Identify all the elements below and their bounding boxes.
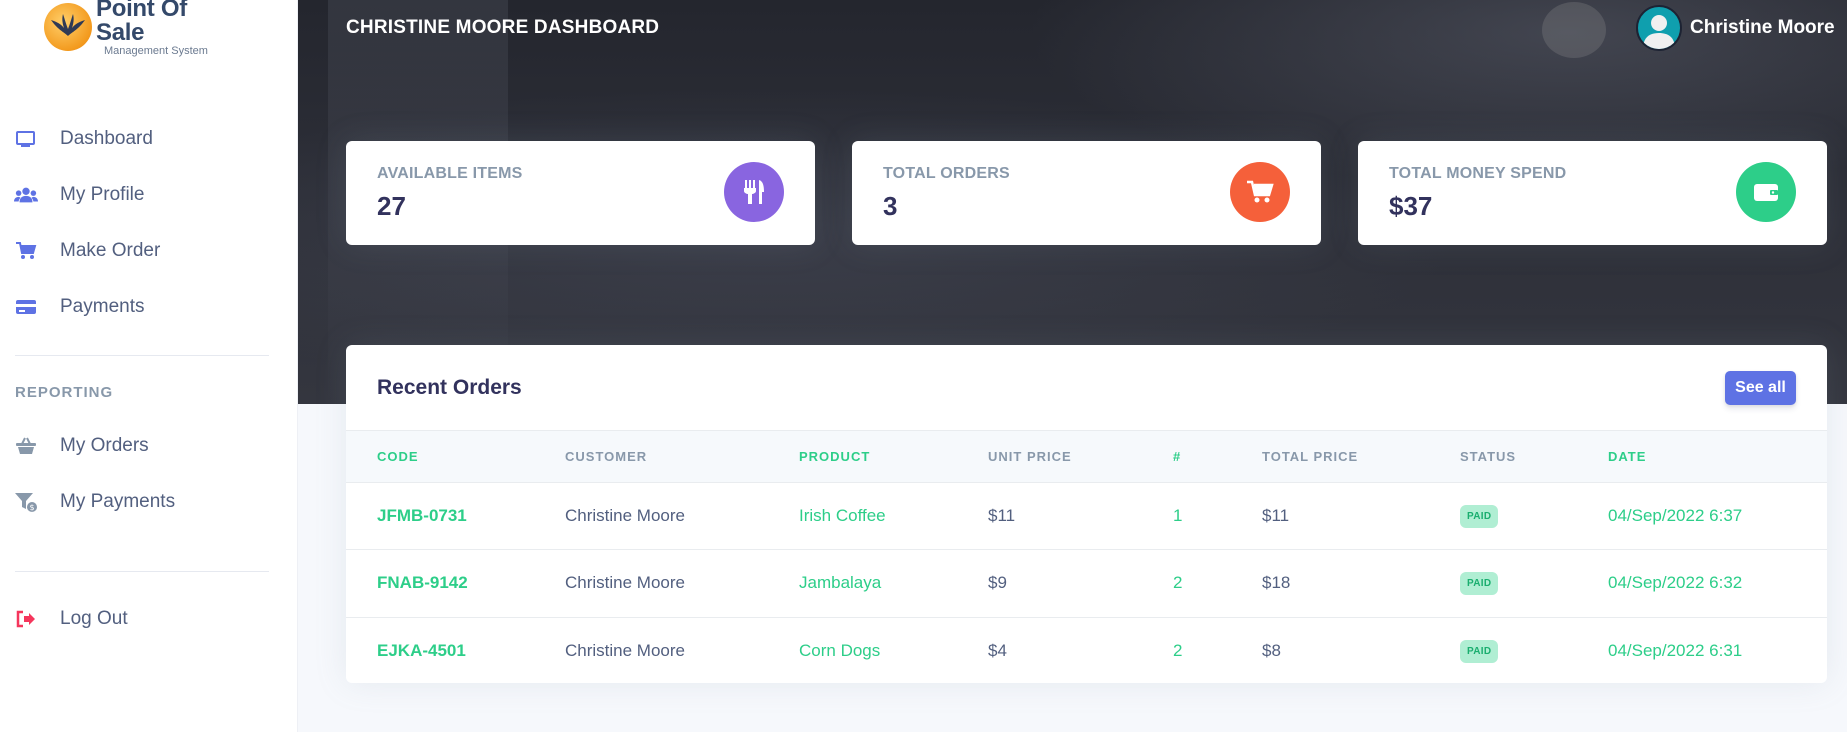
order-total-price: $8 <box>1262 641 1281 660</box>
background-lamp-image <box>1542 2 1606 58</box>
sidebar-item-make-order[interactable]: Make Order <box>0 223 298 279</box>
order-unit-price: $4 <box>988 641 1007 660</box>
column-header-customer[interactable]: CUSTOMER <box>565 431 799 482</box>
table-row[interactable]: FNAB-9142 Christine Moore Jambalaya $9 2… <box>346 549 1827 618</box>
column-header-date[interactable]: DATE <box>1608 431 1827 482</box>
status-badge: PAID <box>1460 504 1499 528</box>
column-header-product[interactable]: PRODUCT <box>799 431 988 482</box>
logout-nav: Log Out <box>0 591 298 647</box>
stat-label: AVAILABLE ITEMS <box>377 165 523 182</box>
sidebar-item-label: My Payments <box>60 491 176 512</box>
order-quantity: 2 <box>1173 573 1183 593</box>
order-total-price: $18 <box>1262 573 1291 593</box>
stat-label: TOTAL ORDERS <box>883 165 1010 182</box>
sidebar-item-label: Log Out <box>60 608 128 629</box>
stat-card-total-money-spend: TOTAL MONEY SPEND $37 <box>1358 141 1827 245</box>
sidebar-item-dashboard[interactable]: Dashboard <box>0 111 298 167</box>
recent-orders-title: Recent Orders <box>377 376 522 399</box>
avatar <box>1636 5 1682 51</box>
table-row[interactable]: JFMB-0731 Christine Moore Irish Coffee $… <box>346 482 1827 550</box>
logo-title: Point Of Sale <box>96 0 187 46</box>
monitor-icon <box>14 127 38 151</box>
order-customer: Christine Moore <box>565 505 685 525</box>
stat-card-available-items: AVAILABLE ITEMS 27 <box>346 141 815 245</box>
order-product: Corn Dogs <box>799 641 881 660</box>
order-date: 04/Sep/2022 6:32 <box>1608 573 1743 593</box>
order-date: 04/Sep/2022 6:31 <box>1608 641 1743 660</box>
credit-card-icon <box>14 295 38 319</box>
reporting-nav: My Orders $ My Payments <box>0 418 298 530</box>
stat-label: TOTAL MONEY SPEND <box>1389 165 1567 182</box>
phoenix-logo-icon <box>44 3 92 51</box>
order-customer: Christine Moore <box>565 573 685 593</box>
reporting-heading: REPORTING <box>15 384 114 401</box>
user-name: Christine Moore <box>1690 17 1835 38</box>
orders-table: CODE CUSTOMER PRODUCT UNIT PRICE # TOTAL… <box>346 431 1827 683</box>
column-header-total-price[interactable]: TOTAL PRICE <box>1262 431 1460 482</box>
order-unit-price: $11 <box>988 505 1016 525</box>
column-header-status[interactable]: STATUS <box>1460 431 1608 482</box>
sign-out-icon <box>14 607 38 631</box>
cart-icon <box>14 239 38 263</box>
users-icon <box>14 183 38 207</box>
order-code: FNAB-9142 <box>377 573 468 593</box>
stat-value: 27 <box>377 191 406 221</box>
funnel-dollar-icon: $ <box>14 490 38 514</box>
svg-text:$: $ <box>29 503 34 512</box>
see-all-button[interactable]: See all <box>1725 371 1796 405</box>
sidebar-item-label: Payments <box>60 296 145 317</box>
logo-subtitle: Management System <box>104 45 208 57</box>
app-logo[interactable]: Point Of Sale Management System <box>44 0 240 57</box>
basket-icon <box>14 434 38 458</box>
sidebar-item-label: My Profile <box>60 184 145 205</box>
logout-button[interactable]: Log Out <box>0 591 298 647</box>
sidebar-divider <box>15 571 269 572</box>
status-badge: PAID <box>1460 640 1499 663</box>
user-menu[interactable]: Christine Moore <box>1636 5 1835 51</box>
sidebar-item-my-payments[interactable]: $ My Payments <box>0 474 298 530</box>
order-code: JFMB-0731 <box>377 505 467 525</box>
page-title: CHRISTINE MOORE DASHBOARD <box>346 17 660 38</box>
order-total-price: $11 <box>1262 505 1290 525</box>
main-nav: Dashboard My Profile Make Order Payments <box>0 111 298 335</box>
sidebar: Point Of Sale Management System Dashboar… <box>0 0 298 732</box>
sidebar-item-my-orders[interactable]: My Orders <box>0 418 298 474</box>
sidebar-item-label: My Orders <box>60 435 149 456</box>
sidebar-item-label: Make Order <box>60 240 161 261</box>
table-row[interactable]: EJKA-4501 Christine Moore Corn Dogs $4 2… <box>346 617 1827 683</box>
order-product: Jambalaya <box>799 573 882 593</box>
utensils-icon <box>724 162 784 222</box>
order-quantity: 2 <box>1173 641 1183 660</box>
order-quantity: 1 <box>1173 505 1183 525</box>
sidebar-item-label: Dashboard <box>60 128 153 149</box>
order-code: EJKA-4501 <box>377 641 466 660</box>
stat-value: $37 <box>1389 191 1433 221</box>
status-badge: PAID <box>1460 572 1499 596</box>
stat-card-total-orders: TOTAL ORDERS 3 <box>852 141 1321 245</box>
column-header-unit-price[interactable]: UNIT PRICE <box>988 431 1173 482</box>
sidebar-divider <box>15 355 269 356</box>
order-customer: Christine Moore <box>565 641 685 660</box>
wallet-icon <box>1736 162 1796 222</box>
order-unit-price: $9 <box>988 573 1007 593</box>
sidebar-item-my-profile[interactable]: My Profile <box>0 167 298 223</box>
column-header-quantity[interactable]: # <box>1173 431 1262 482</box>
order-product: Irish Coffee <box>799 505 886 525</box>
cart-icon <box>1230 162 1290 222</box>
column-header-code[interactable]: CODE <box>346 431 565 482</box>
order-date: 04/Sep/2022 6:37 <box>1608 505 1743 525</box>
stat-value: 3 <box>883 191 898 221</box>
table-header-row: CODE CUSTOMER PRODUCT UNIT PRICE # TOTAL… <box>346 431 1827 482</box>
sidebar-item-payments[interactable]: Payments <box>0 279 298 335</box>
recent-orders-card: Recent Orders See all CODE CUSTOMER PROD… <box>346 345 1827 683</box>
